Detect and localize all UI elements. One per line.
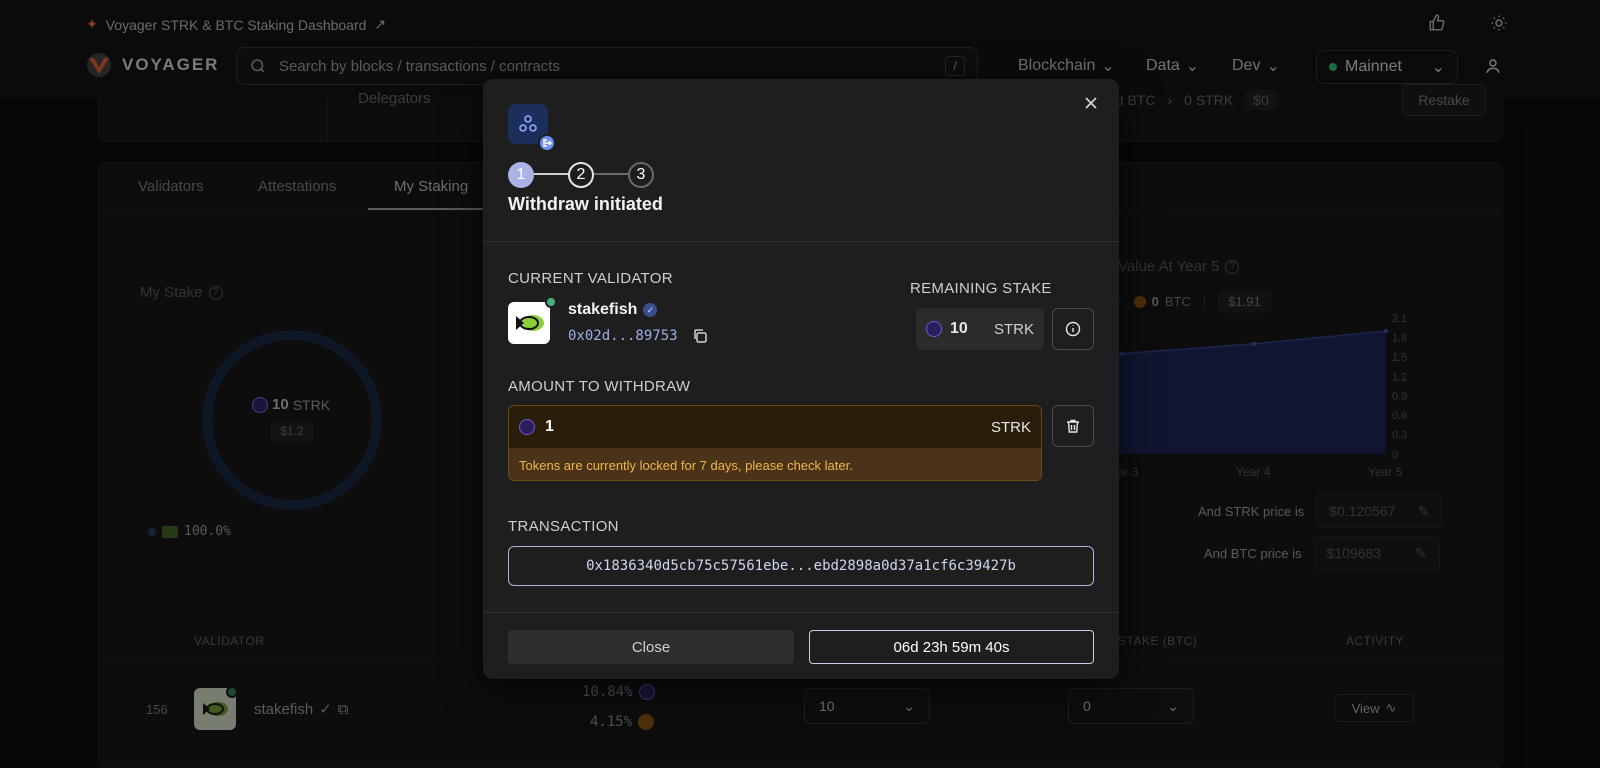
delete-button[interactable] — [1052, 405, 1094, 447]
exit-arrow-icon — [538, 134, 556, 152]
amount-unit: STRK — [990, 418, 1031, 436]
online-status-dot — [545, 296, 557, 308]
transaction-label: TRANSACTION — [508, 518, 619, 535]
remaining-stake-label: REMAINING STAKE — [910, 280, 1052, 297]
close-button[interactable]: Close — [508, 630, 794, 664]
transaction-hash-link[interactable]: 0x1836340d5cb75c57561ebe...ebd2898a0d37a… — [508, 546, 1094, 586]
current-validator-label: CURRENT VALIDATOR — [508, 270, 673, 287]
withdraw-countdown-button: 06d 23h 59m 40s — [809, 630, 1094, 664]
verified-icon: ✓ — [643, 303, 658, 317]
close-icon[interactable] — [1084, 96, 1102, 114]
validator-name-row: stakefish ✓ — [568, 301, 658, 319]
stakefish-logo-icon — [516, 315, 544, 331]
info-icon — [1065, 321, 1081, 337]
validator-address[interactable]: 0x02d...89753 — [568, 328, 678, 344]
amount-input[interactable]: 1 STRK — [509, 406, 1041, 448]
validator-address-row: 0x02d...89753 — [568, 328, 708, 344]
step-1: 1 — [508, 162, 534, 188]
remaining-stake-unit: STRK — [993, 320, 1034, 338]
amount-value: 1 — [545, 418, 554, 435]
modal-title: Withdraw initiated — [508, 194, 663, 214]
info-button[interactable] — [1052, 308, 1094, 350]
copy-icon[interactable] — [692, 328, 708, 344]
strk-token-icon — [926, 321, 942, 337]
strk-token-icon — [519, 419, 535, 435]
remaining-stake-value-box: 10 STRK — [916, 308, 1044, 350]
stepper-connector — [594, 173, 630, 175]
amount-to-withdraw-label: AMOUNT TO WITHDRAW — [508, 378, 691, 395]
amount-field: 1 STRK Tokens are currently locked for 7… — [508, 405, 1042, 481]
step-2: 2 — [568, 162, 594, 188]
modal-divider — [483, 612, 1119, 613]
validator-name: stakefish — [568, 301, 638, 318]
step-3: 3 — [628, 162, 654, 188]
stepper-connector — [534, 173, 570, 175]
lock-warning-message: Tokens are currently locked for 7 days, … — [509, 448, 1041, 480]
trash-icon — [1067, 419, 1079, 433]
validator-avatar — [508, 302, 550, 344]
remaining-stake-amount: 10 — [950, 320, 968, 337]
modal-divider — [483, 241, 1119, 242]
